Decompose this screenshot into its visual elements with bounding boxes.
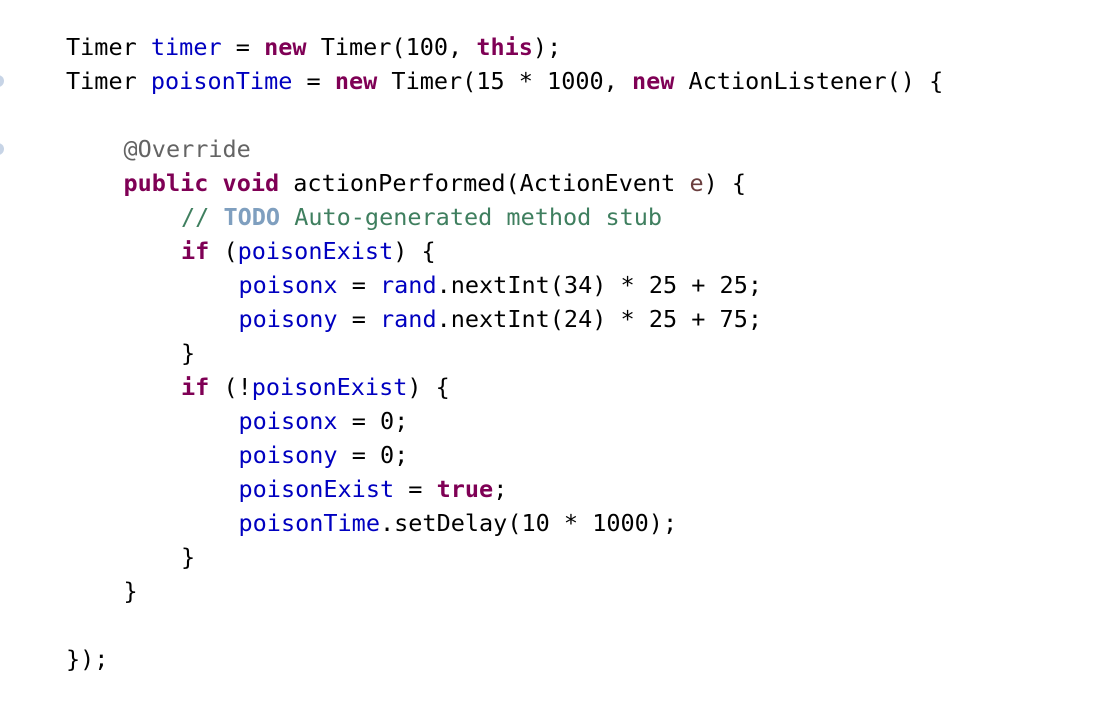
code-text: =	[337, 271, 380, 299]
field-name: poisonx	[238, 271, 338, 299]
code-editor[interactable]: Timer timer = new Timer(100, this); Timer…	[0, 30, 1108, 690]
code-text: Timer(15 * 1000,	[377, 67, 632, 95]
keyword: new	[264, 33, 307, 61]
fold-marker-icon[interactable]	[0, 143, 4, 155]
keyword: this	[476, 33, 533, 61]
comment: //	[181, 203, 224, 231]
code-text: actionPerformed(ActionEvent	[279, 169, 690, 197]
code-line: // TODO Auto-generated method stub	[181, 200, 662, 234]
keyword: if	[181, 237, 210, 265]
code-line: }	[124, 574, 138, 608]
code-line: Timer poisonTime = new Timer(15 * 1000, …	[66, 64, 943, 98]
field-name: poisonExist	[237, 237, 394, 265]
code-text: });	[66, 645, 109, 673]
field-name: timer	[150, 33, 222, 61]
code-text: Timer	[66, 33, 151, 61]
code-line: @Override	[124, 132, 251, 166]
code-text: }	[181, 339, 196, 367]
code-line: if (!poisonExist) {	[181, 370, 450, 404]
field-name: poisonExist	[238, 475, 395, 503]
code-text: .nextInt(34) * 25 + 25;	[436, 271, 763, 299]
annotation: @Override	[123, 135, 251, 163]
field-name: poisonx	[238, 407, 338, 435]
fold-marker-icon[interactable]	[0, 75, 4, 87]
code-text: ) {	[393, 237, 436, 265]
code-line: poisonx = rand.nextInt(34) * 25 + 25;	[239, 268, 763, 302]
code-text: ActionListener() {	[674, 67, 944, 95]
code-text: ) {	[703, 169, 747, 197]
code-line: }	[181, 336, 195, 370]
code-line: if (poisonExist) {	[181, 234, 436, 268]
code-text: );	[532, 33, 562, 61]
code-text: }	[181, 543, 196, 571]
code-text: .setDelay(10 * 1000);	[379, 509, 678, 537]
code-text: = 0;	[337, 407, 409, 435]
code-text: =	[292, 67, 335, 95]
field-name: rand	[380, 305, 437, 333]
code-text: .nextInt(24) * 25 + 75;	[436, 305, 763, 333]
code-text: Timer	[66, 67, 151, 95]
code-text: Timer(100,	[306, 33, 477, 61]
field-name: rand	[380, 271, 437, 299]
code-line: poisonx = 0;	[239, 404, 409, 438]
keyword: true	[436, 475, 494, 503]
field-name: poisony	[238, 305, 338, 333]
code-line: poisonTime.setDelay(10 * 1000);	[239, 506, 678, 540]
keyword: void	[222, 169, 280, 197]
code-line: }	[181, 540, 195, 574]
code-line: });	[66, 642, 108, 676]
code-text: (!	[209, 373, 252, 401]
code-text: (	[209, 237, 238, 265]
code-text: =	[394, 475, 437, 503]
field-name: poisonTime	[150, 67, 293, 95]
code-text: }	[123, 577, 138, 605]
code-text: = 0;	[337, 441, 409, 469]
keyword: if	[181, 373, 210, 401]
code-text: ) {	[407, 373, 450, 401]
code-line: Timer timer = new Timer(100, this);	[66, 30, 561, 64]
code-line: public void actionPerformed(ActionEvent …	[124, 166, 747, 200]
field-name: poisonTime	[238, 509, 380, 537]
code-line: poisonExist = true;	[239, 472, 508, 506]
code-text: =	[221, 33, 265, 61]
parameter-name: e	[689, 169, 704, 197]
keyword: public	[123, 169, 209, 197]
keyword: new	[631, 67, 675, 95]
comment: Auto-generated method stub	[280, 203, 663, 231]
field-name: poisonExist	[251, 373, 408, 401]
code-line: poisony = rand.nextInt(24) * 25 + 75;	[239, 302, 763, 336]
code-text: =	[337, 305, 380, 333]
code-text: ;	[493, 475, 508, 503]
code-line: poisony = 0;	[239, 438, 409, 472]
field-name: poisony	[238, 441, 338, 469]
todo-tag: TODO	[223, 203, 281, 231]
keyword: new	[334, 67, 378, 95]
